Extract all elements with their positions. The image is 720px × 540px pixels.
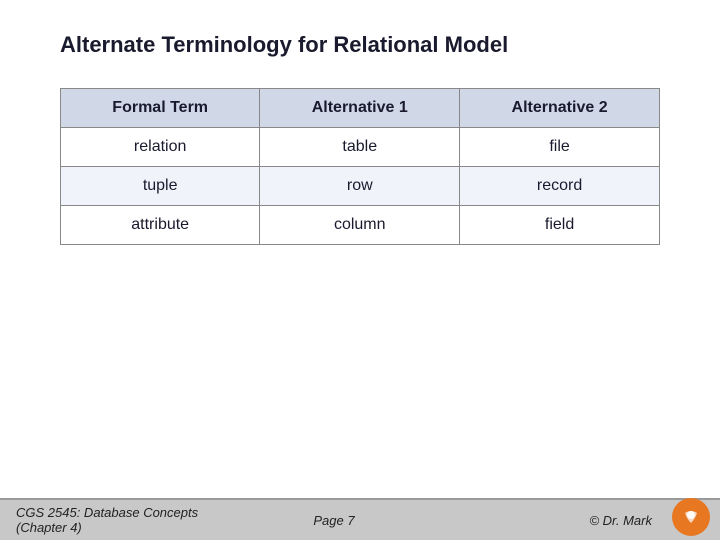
logo-circle [672, 498, 710, 536]
footer-left-text: CGS 2545: Database Concepts (Chapter 4) [16, 505, 228, 535]
footer-bar: CGS 2545: Database Concepts (Chapter 4) … [0, 498, 720, 540]
table-row: tuplerowrecord [61, 167, 660, 206]
footer-right-text: © Dr. Mark [440, 513, 704, 528]
table-cell: relation [61, 128, 260, 167]
footer-center-text: Page 7 [228, 513, 440, 528]
table-header-row: Formal Term Alternative 1 Alternative 2 [61, 89, 660, 128]
table-wrapper: Formal Term Alternative 1 Alternative 2 … [0, 78, 720, 245]
table-row: relationtablefile [61, 128, 660, 167]
table-cell: row [260, 167, 460, 206]
table-cell: table [260, 128, 460, 167]
slide-title: Alternate Terminology for Relational Mod… [0, 0, 720, 78]
table-row: attributecolumnfield [61, 206, 660, 245]
table-cell: column [260, 206, 460, 245]
terminology-table: Formal Term Alternative 1 Alternative 2 … [60, 88, 660, 245]
table-cell: file [460, 128, 660, 167]
col-header-alt2: Alternative 2 [460, 89, 660, 128]
col-header-formal-term: Formal Term [61, 89, 260, 128]
table-cell: attribute [61, 206, 260, 245]
slide-container: Alternate Terminology for Relational Mod… [0, 0, 720, 540]
table-cell: record [460, 167, 660, 206]
footer-logo [670, 496, 712, 538]
col-header-alt1: Alternative 1 [260, 89, 460, 128]
table-cell: field [460, 206, 660, 245]
table-cell: tuple [61, 167, 260, 206]
logo-icon [677, 503, 705, 531]
